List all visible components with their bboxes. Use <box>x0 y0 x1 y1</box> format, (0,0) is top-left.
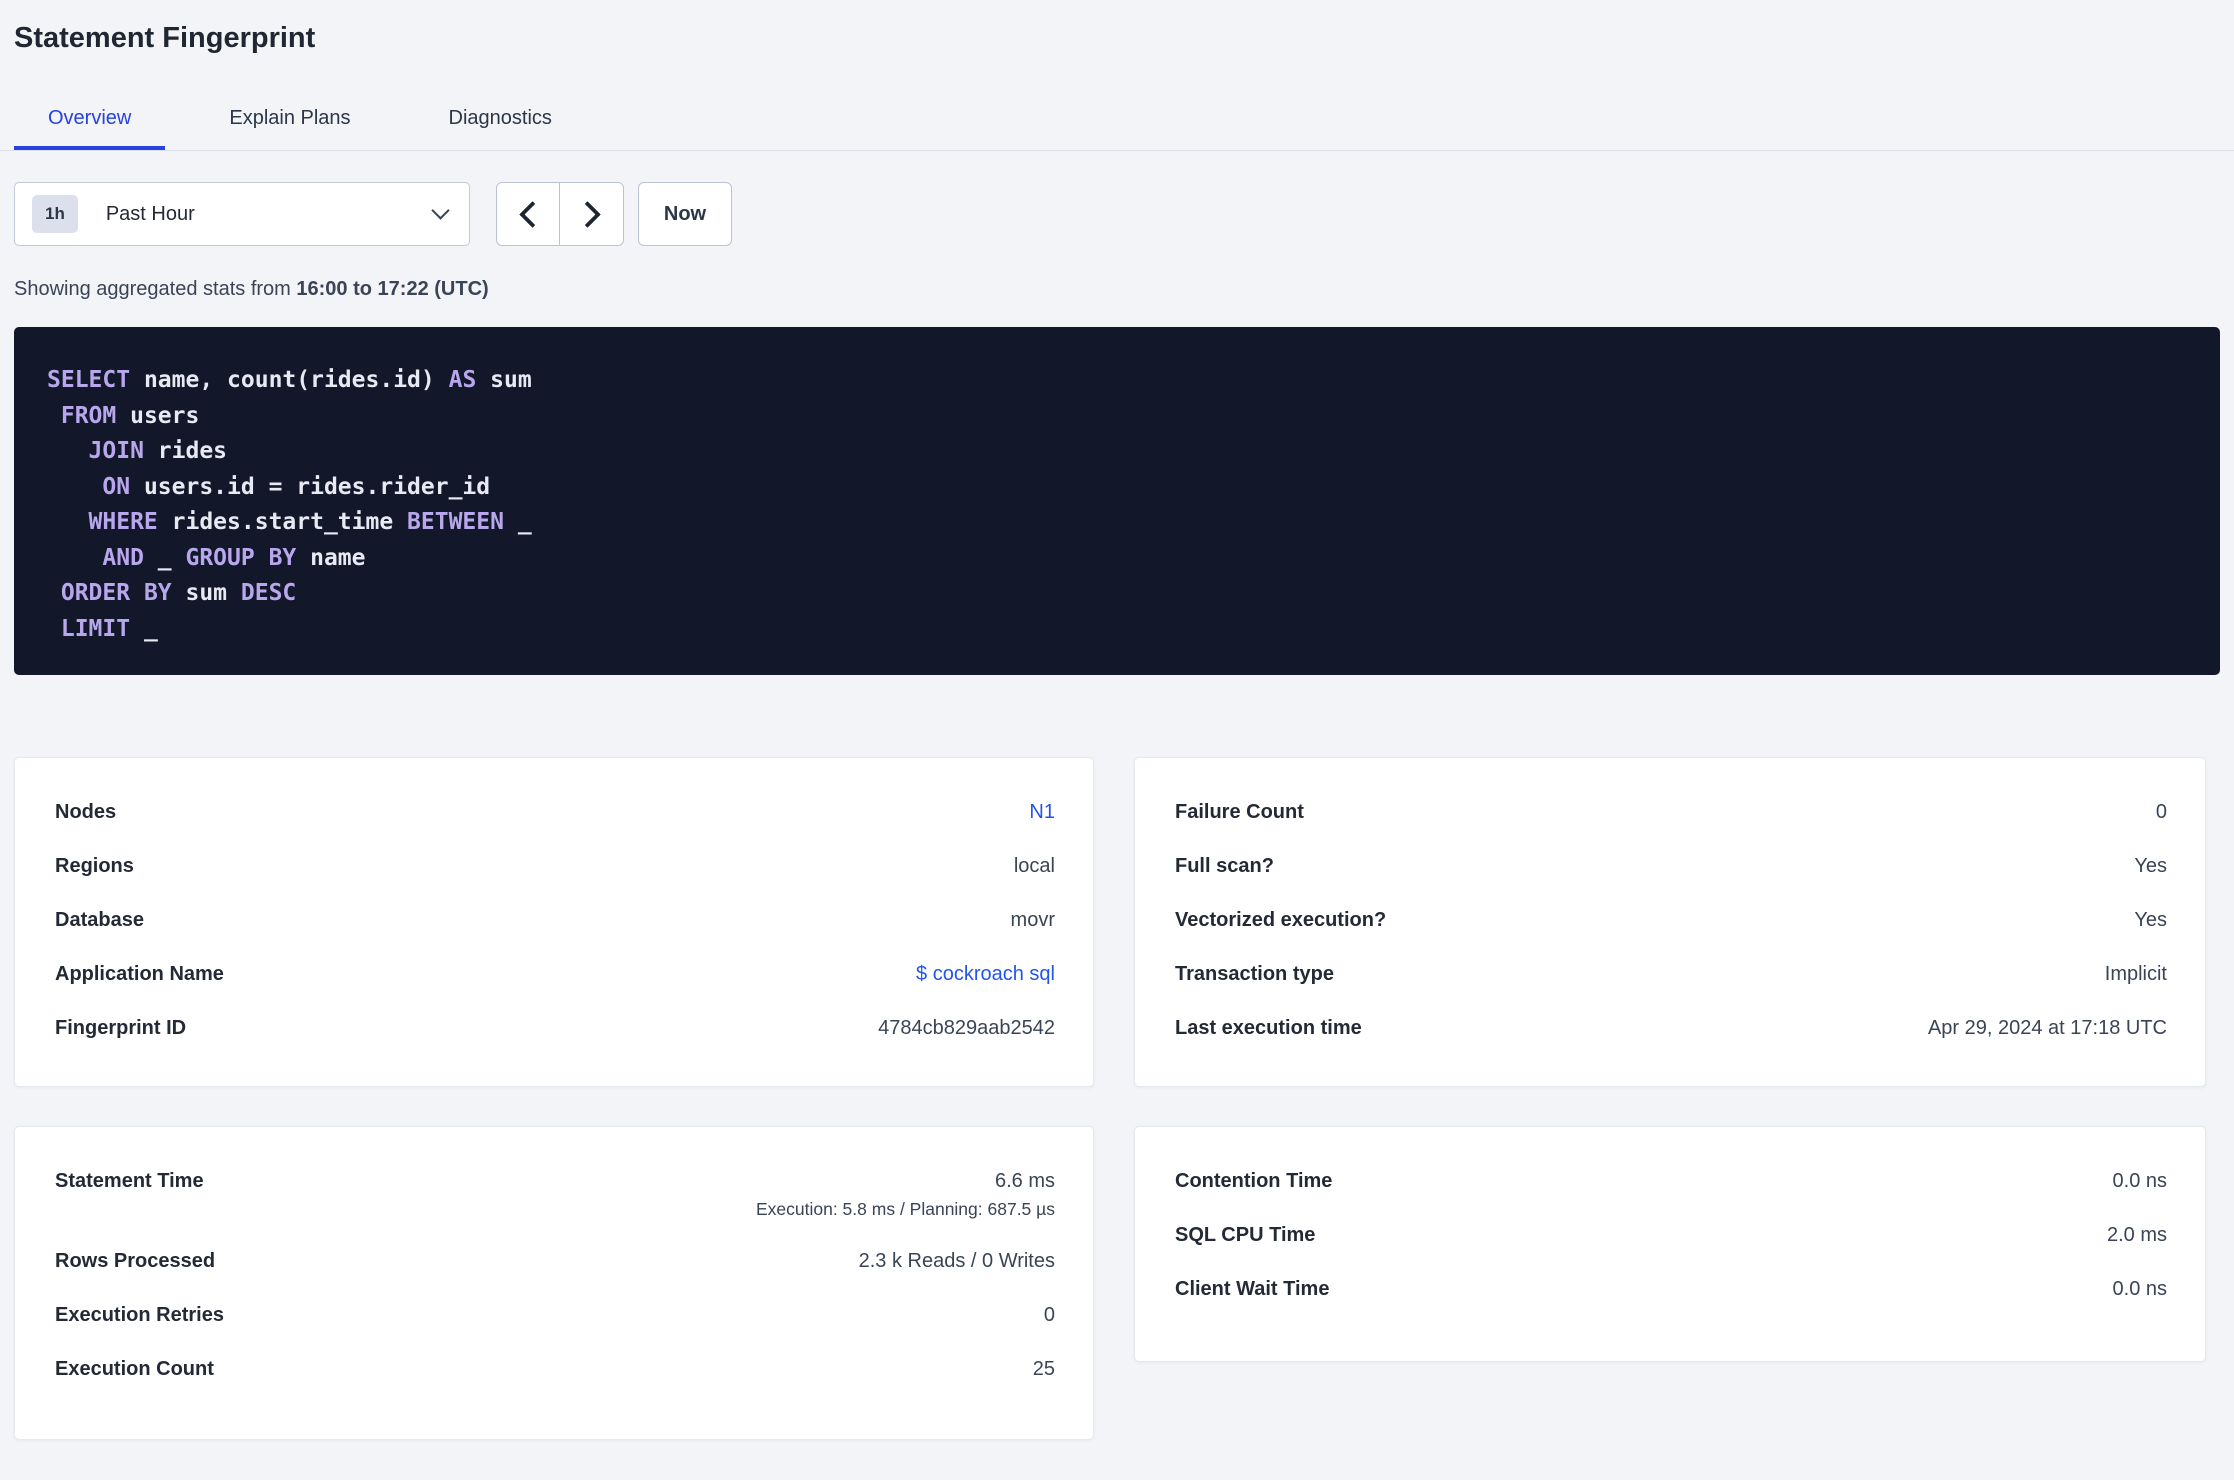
time-picker-row: 1h Past Hour Now <box>14 182 2220 246</box>
now-button[interactable]: Now <box>638 182 732 246</box>
tab-overview[interactable]: Overview <box>14 106 165 150</box>
stat-value: movr <box>1010 909 1055 931</box>
page-title: Statement Fingerprint <box>14 22 316 54</box>
stat-label: SQL CPU Time <box>1175 1224 1316 1246</box>
stat-label: Execution Count <box>55 1358 214 1380</box>
stat-row: Vectorized execution? Yes <box>1175 906 2167 934</box>
stat-label: Regions <box>55 855 134 877</box>
sql-line: ON users.id = rides.rider_id <box>102 473 491 500</box>
stat-value: 0.0 ns <box>2112 1278 2167 1300</box>
stat-row: Rows Processed 2.3 k Reads / 0 Writes <box>55 1247 1055 1275</box>
stat-value: 25 <box>1032 1358 1055 1380</box>
next-time-button[interactable] <box>560 183 623 245</box>
stat-value: 0.0 ns <box>2112 1170 2167 1192</box>
stat-value: Yes <box>2134 855 2167 877</box>
time-step-buttons <box>496 182 624 246</box>
stat-label: Statement Time <box>55 1170 204 1192</box>
stat-value: 4784cb829aab2542 <box>878 1017 1055 1039</box>
stat-label: Nodes <box>55 801 117 823</box>
sql-line: WHERE rides.start_time BETWEEN _ <box>88 509 532 535</box>
stat-label: Last execution time <box>1175 1017 1362 1039</box>
aggregated-stats-caption: Showing aggregated stats from 16:00 to 1… <box>14 276 2220 302</box>
stat-row: Nodes N1 <box>55 798 1055 826</box>
stat-row: Last execution time Apr 29, 2024 at 17:18… <box>1175 1014 2167 1042</box>
stat-row: Transaction type Implicit <box>1175 960 2167 988</box>
stat-label: Execution Retries <box>55 1304 224 1326</box>
stat-label: Rows Processed <box>55 1250 216 1272</box>
performance-cards-row: Statement Time 6.6 ms Execution: 5.8 ms / … <box>14 1126 2220 1440</box>
overview-cards-row: Nodes N1 Regions local Database movr Applicati… <box>14 757 2220 1087</box>
sql-line: SELECT name, count(rides.id) AS sum <box>47 367 532 393</box>
aggregated-stats-range: 16:00 to 17:22 (UTC) <box>296 278 489 300</box>
stat-label: Failure Count <box>1175 801 1304 823</box>
stat-value-link[interactable]: $ cockroach sql <box>916 963 1055 985</box>
stat-row: Failure Count 0 <box>1175 798 2167 826</box>
stat-row: Database movr <box>55 906 1055 934</box>
stat-row: Execution Retries 0 <box>55 1301 1055 1329</box>
sql-line: AND _ GROUP BY name <box>102 544 366 571</box>
stat-label: Application Name <box>55 963 224 985</box>
sql-line: LIMIT _ <box>60 615 158 642</box>
sql-line: JOIN rides <box>88 438 228 464</box>
tab-explain-plans[interactable]: Explain Plans <box>195 106 384 150</box>
stat-value: 2.3 k Reads / 0 Writes <box>858 1250 1055 1272</box>
stat-row: Contention Time 0.0 ns <box>1175 1167 2167 1195</box>
chevron-left-icon <box>518 200 546 228</box>
stat-label: Contention Time <box>1175 1170 1333 1192</box>
stat-value: Apr 29, 2024 at 17:18 UTC <box>1927 1017 2167 1039</box>
stat-value: 2.0 ms <box>2106 1224 2167 1246</box>
stat-row: Full scan? Yes <box>1175 852 2167 880</box>
wait-time-card: Contention Time 0.0 ns SQL CPU Time 2.0 ms C… <box>1134 1126 2206 1362</box>
stat-row: Application Name $ cockroach sql <box>55 960 1055 988</box>
sql-line: ORDER BY sum DESC <box>60 580 297 606</box>
chevron-right-icon <box>574 200 601 228</box>
stat-row: Statement Time 6.6 ms Execution: 5.8 ms / … <box>55 1167 1055 1221</box>
stat-row: Execution Count 25 <box>55 1355 1055 1383</box>
stat-row: Fingerprint ID 4784cb829aab2542 <box>55 1014 1055 1042</box>
stat-row: SQL CPU Time 2.0 ms <box>1175 1221 2167 1249</box>
stat-row: Client Wait Time 0.0 ns <box>1175 1275 2167 1303</box>
time-range-select[interactable]: 1h Past Hour <box>14 182 470 246</box>
statement-details-card: Nodes N1 Regions local Database movr Applicati… <box>14 757 1094 1087</box>
stat-label: Vectorized execution? <box>1175 909 1387 931</box>
tabs: Overview Explain Plans Diagnostics <box>0 106 2234 150</box>
sql-statement-box: SELECT name, count(rides.id) AS sum FROM… <box>14 327 2220 675</box>
stat-label: Transaction type <box>1175 963 1334 985</box>
statement-time-card: Statement Time 6.6 ms Execution: 5.8 ms / … <box>14 1126 1094 1440</box>
tabs-bar: Overview Explain Plans Diagnostics <box>0 106 2234 151</box>
stat-label: Database <box>55 909 144 931</box>
stat-value-link[interactable]: N1 <box>1029 801 1055 823</box>
statement-fingerprint-page: Statement Fingerprint Overview Explain P… <box>0 22 2234 1440</box>
stat-subvalue: Execution: 5.8 ms / Planning: 687.5 µs <box>755 1199 1055 1219</box>
stat-value: local <box>1013 855 1055 877</box>
time-range-label: Past Hour <box>105 202 195 225</box>
prev-time-button[interactable] <box>497 183 560 245</box>
stat-label: Client Wait Time <box>1175 1278 1330 1300</box>
aggregated-stats-prefix: Showing aggregated stats from <box>14 278 297 300</box>
sql-line: FROM users <box>60 402 200 429</box>
chevron-down-icon <box>431 201 450 220</box>
execution-attributes-card: Failure Count 0 Full scan? Yes Vectorized ex… <box>1134 757 2206 1087</box>
stat-row: Regions local <box>55 852 1055 880</box>
time-range-badge: 1h <box>32 195 78 233</box>
stat-value: Yes <box>2134 909 2167 931</box>
stat-value: Implicit <box>2104 963 2167 985</box>
stat-value: 0 <box>2155 801 2167 823</box>
stat-value: 0 <box>1043 1304 1055 1326</box>
stat-label: Full scan? <box>1175 855 1274 877</box>
stat-value: 6.6 ms <box>994 1170 1055 1192</box>
tab-diagnostics[interactable]: Diagnostics <box>415 106 586 150</box>
stat-label: Fingerprint ID <box>55 1017 187 1039</box>
